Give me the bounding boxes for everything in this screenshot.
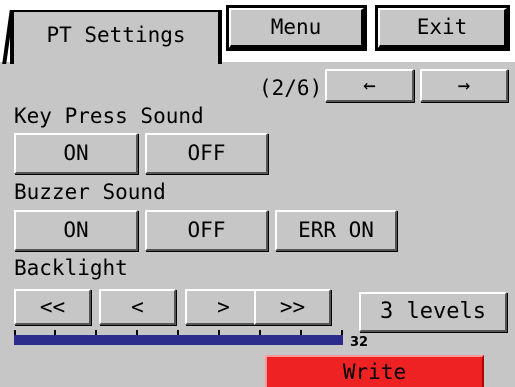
menu-button[interactable]: Menu (226, 5, 367, 51)
double-chevron-left-icon: << (39, 294, 66, 319)
key-press-off-label: OFF (187, 141, 226, 165)
key-press-on-button[interactable]: ON (14, 133, 138, 174)
menu-button-label: Menu (270, 15, 322, 39)
tab-pt-settings-label: PT Settings (46, 22, 186, 47)
buzzer-on-label: ON (63, 218, 89, 242)
backlight-level-bar (14, 330, 343, 345)
chevron-left-icon: < (131, 294, 144, 319)
exit-button[interactable]: Exit (375, 5, 510, 51)
key-press-on-label: ON (63, 141, 89, 165)
level-tick (14, 330, 16, 335)
buzzer-err-on-label: ERR ON (298, 218, 374, 242)
buzzer-off-button[interactable]: OFF (145, 210, 268, 251)
buzzer-err-on-button[interactable]: ERR ON (275, 210, 397, 251)
level-tick (218, 330, 220, 335)
buzzer-off-label: OFF (187, 218, 226, 242)
write-button-label: Write (342, 359, 407, 384)
backlight-increase-button[interactable]: > (185, 289, 262, 325)
right-arrow-icon: → (457, 73, 471, 97)
next-page-button[interactable]: → (420, 69, 508, 102)
level-tick (95, 330, 97, 335)
backlight-levels-button[interactable]: 3 levels (359, 292, 507, 332)
level-tick (136, 330, 138, 335)
backlight-max-button[interactable]: >> (254, 289, 331, 325)
write-button[interactable]: Write (265, 355, 484, 387)
double-chevron-right-icon: >> (279, 294, 306, 319)
left-arrow-icon: ← (363, 73, 376, 97)
previous-page-button[interactable]: ← (325, 69, 414, 102)
level-tick (341, 330, 343, 335)
level-tick (259, 330, 261, 335)
level-tick (54, 330, 56, 335)
page-indicator: (2/6) (259, 76, 323, 100)
level-tick (300, 330, 302, 335)
pt-settings-screen: PT Settings Menu Exit (2/6) ← → Key Pres… (0, 0, 515, 387)
backlight-label: Backlight (14, 256, 128, 280)
chevron-right-icon: > (217, 294, 230, 319)
tab-pt-settings[interactable]: PT Settings (10, 10, 222, 64)
exit-button-label: Exit (416, 15, 468, 39)
backlight-level-value: 32 (350, 335, 369, 350)
key-press-sound-label: Key Press Sound (14, 104, 204, 128)
buzzer-sound-label: Buzzer Sound (14, 180, 166, 204)
level-tick (177, 330, 179, 335)
buzzer-on-button[interactable]: ON (14, 210, 138, 251)
backlight-decrease-button[interactable]: < (99, 289, 176, 325)
backlight-min-button[interactable]: << (14, 289, 91, 325)
key-press-off-button[interactable]: OFF (145, 133, 268, 174)
backlight-levels-label: 3 levels (380, 299, 486, 324)
